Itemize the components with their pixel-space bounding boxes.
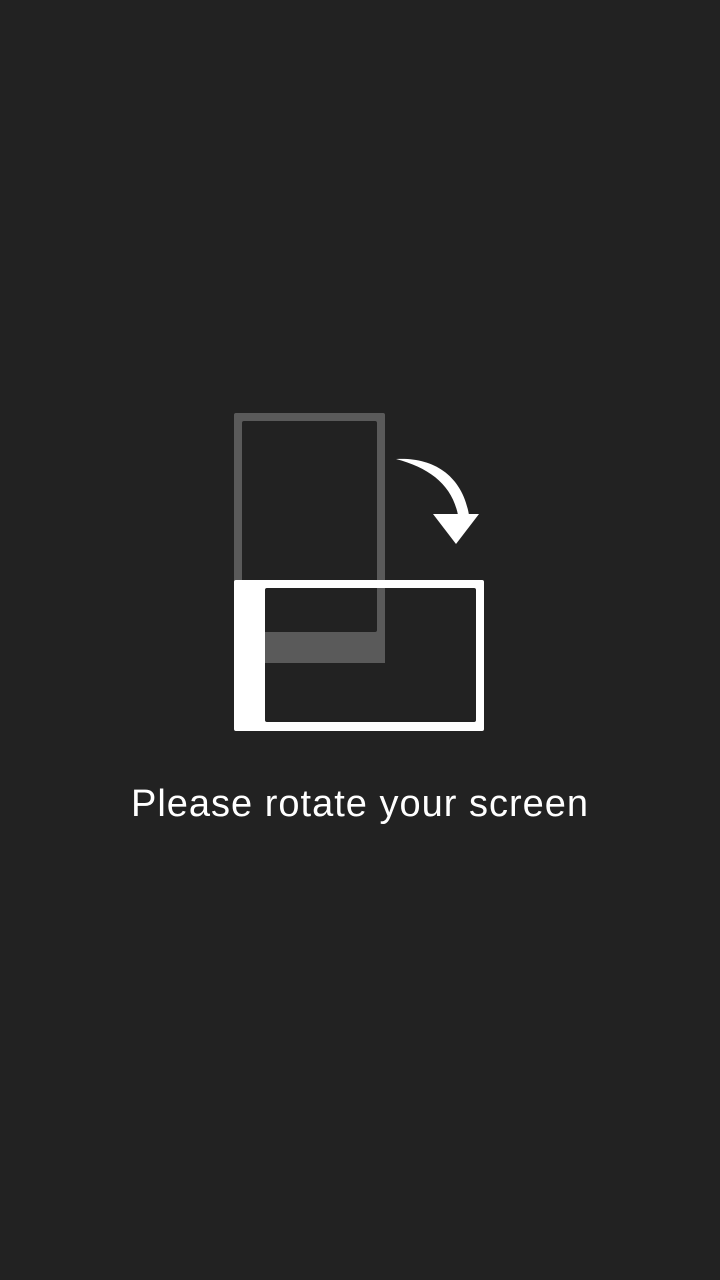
rotate-screen-overlay: Please rotate your screen <box>0 0 720 1280</box>
curved-arrow-icon <box>396 458 479 544</box>
rotate-device-icon <box>234 413 484 731</box>
rotate-message: Please rotate your screen <box>130 783 589 825</box>
